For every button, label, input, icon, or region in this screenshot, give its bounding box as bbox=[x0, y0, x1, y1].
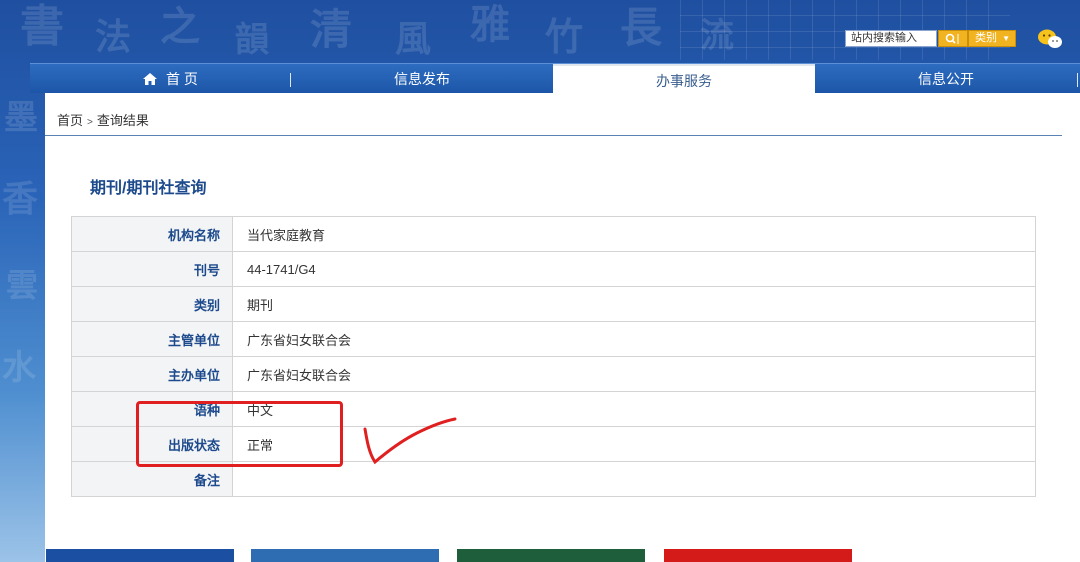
field-value bbox=[232, 461, 1036, 497]
nav-info-release[interactable]: 信息发布 bbox=[316, 64, 528, 94]
breadcrumb: 首页 > 查询结果 bbox=[57, 110, 149, 129]
nav-info-disclosure-label: 信息公开 bbox=[918, 71, 974, 87]
category-label: 类别 bbox=[975, 32, 997, 44]
breadcrumb-current: 查询结果 bbox=[96, 113, 149, 128]
main-nav: 首 页 信息发布 办事服务 信息公开 bbox=[30, 63, 1080, 94]
home-icon bbox=[143, 73, 158, 85]
field-label: 类别 bbox=[71, 286, 233, 322]
page-title: 期刊/期刊社查询 bbox=[90, 180, 207, 197]
wechat-icon[interactable] bbox=[1037, 28, 1063, 50]
category-dropdown[interactable]: 类别 ▼ bbox=[968, 30, 1016, 47]
field-value: 中文 bbox=[232, 391, 1036, 427]
divider bbox=[45, 135, 1062, 136]
promo-banner[interactable] bbox=[664, 549, 852, 562]
checkmark-annotation-icon bbox=[363, 417, 457, 465]
field-value: 期刊 bbox=[232, 286, 1036, 322]
site-search-input[interactable]: 站内搜索输入 bbox=[845, 30, 937, 47]
table-row: 主管单位 广东省妇女联合会 bbox=[71, 321, 1036, 357]
nav-divider bbox=[290, 73, 291, 87]
nav-divider bbox=[1077, 73, 1078, 87]
field-label: 刊号 bbox=[71, 251, 233, 287]
search-button[interactable] bbox=[938, 30, 968, 47]
field-value: 当代家庭教育 bbox=[232, 216, 1036, 252]
nav-services-label: 办事服务 bbox=[656, 73, 712, 89]
nav-home[interactable]: 首 页 bbox=[80, 64, 260, 94]
field-label: 主管单位 bbox=[71, 321, 233, 357]
table-row: 机构名称 当代家庭教育 bbox=[71, 216, 1036, 252]
chevron-down-icon: ▼ bbox=[1002, 34, 1010, 43]
promo-banner[interactable] bbox=[46, 549, 234, 562]
field-value: 广东省妇女联合会 bbox=[232, 321, 1036, 357]
nav-services[interactable]: 办事服务 bbox=[553, 64, 815, 94]
table-row: 刊号 44-1741/G4 bbox=[71, 251, 1036, 287]
content-panel: 首页 > 查询结果 期刊/期刊社查询 机构名称 当代家庭教育 刊号 44-1741/… bbox=[45, 93, 1080, 562]
table-row: 类别 期刊 bbox=[71, 286, 1036, 322]
promo-banner[interactable] bbox=[873, 549, 1043, 562]
promo-banner[interactable] bbox=[457, 549, 645, 562]
promo-banner[interactable] bbox=[251, 549, 439, 562]
field-value: 广东省妇女联合会 bbox=[232, 356, 1036, 392]
nav-home-label: 首 页 bbox=[166, 71, 198, 87]
search-icon bbox=[945, 33, 959, 44]
table-row: 主办单位 广东省妇女联合会 bbox=[71, 356, 1036, 392]
field-value: 44-1741/G4 bbox=[232, 251, 1036, 287]
breadcrumb-separator: > bbox=[87, 117, 93, 128]
field-label: 机构名称 bbox=[71, 216, 233, 252]
field-label: 主办单位 bbox=[71, 356, 233, 392]
nav-info-disclosure[interactable]: 信息公开 bbox=[815, 64, 1077, 94]
nav-info-release-label: 信息发布 bbox=[394, 71, 450, 87]
breadcrumb-home-link[interactable]: 首页 bbox=[57, 113, 83, 128]
annotation-highlight-box bbox=[136, 401, 343, 467]
field-value: 正常 bbox=[232, 426, 1036, 462]
